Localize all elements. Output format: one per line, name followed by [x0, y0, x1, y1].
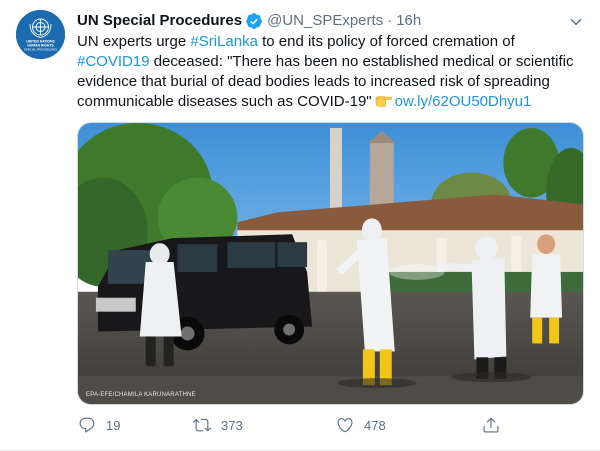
hashtag-srilanka-link[interactable]: #SriLanka: [190, 33, 258, 50]
reply-button[interactable]: 19: [70, 412, 120, 438]
text-segment: UN experts urge: [77, 33, 191, 50]
avatar[interactable]: UNITED NATIONS HUMAN RIGHTS SPECIAL PROC…: [16, 10, 65, 59]
tweet[interactable]: UNITED NATIONS HUMAN RIGHTS SPECIAL PROC…: [0, 0, 600, 451]
like-count: 478: [364, 417, 386, 433]
timestamp[interactable]: 16h: [396, 11, 421, 31]
retweet-icon: [185, 412, 219, 438]
display-name[interactable]: UN Special Procedures: [77, 11, 242, 31]
photo-credit: EPA-EFE/CHAMILA KARUNARATHNE: [86, 392, 196, 398]
avatar-text-3: SPECIAL PROCEDURES: [24, 48, 57, 52]
retweet-button[interactable]: 373: [185, 412, 243, 438]
un-emblem-icon: UNITED NATIONS HUMAN RIGHTS SPECIAL PROC…: [16, 10, 65, 59]
like-button[interactable]: 478: [328, 412, 386, 438]
share-button[interactable]: [474, 412, 508, 438]
tweet-text-line-2: #COVID19 deceased: "There has been no es…: [77, 52, 587, 72]
share-icon: [474, 412, 508, 438]
separator-dot: ·: [387, 12, 393, 29]
reply-count: 19: [106, 417, 121, 433]
photo-image: [78, 123, 583, 404]
retweet-count: 373: [221, 417, 243, 433]
tweet-text-line-3: evidence that burial of dead bodies lead…: [77, 73, 550, 90]
hashtag-covid19-link[interactable]: #COVID19: [77, 53, 150, 70]
pointing-right-emoji-icon: [375, 93, 392, 108]
tweet-text-line-1: UN experts urge #SriLanka to end its pol…: [77, 32, 587, 52]
verified-badge-icon: [245, 12, 263, 30]
shortened-url-link[interactable]: ow.ly/62OU50Dhyu1: [395, 93, 532, 110]
text-segment: communicable diseases such as COVID-19": [77, 93, 372, 110]
text-segment: deceased: "There has been no established…: [149, 53, 574, 70]
handle[interactable]: @UN_SPExperts: [267, 11, 383, 31]
chevron-down-icon: [570, 19, 582, 25]
tweet-actions: 19 373 478: [70, 412, 530, 438]
tweet-text-line-4: communicable diseases such as COVID-19" o…: [77, 92, 587, 112]
tweet-photo[interactable]: EPA-EFE/CHAMILA KARUNARATHNE: [77, 122, 584, 405]
tweet-header: UN Special Procedures @UN_SPExperts · 16…: [77, 11, 421, 31]
heart-icon: [328, 412, 362, 438]
reply-icon: [70, 412, 104, 438]
tweet-text: UN experts urge #SriLanka to end its pol…: [77, 32, 587, 112]
text-segment: to end its policy of forced cremation of: [257, 33, 515, 50]
